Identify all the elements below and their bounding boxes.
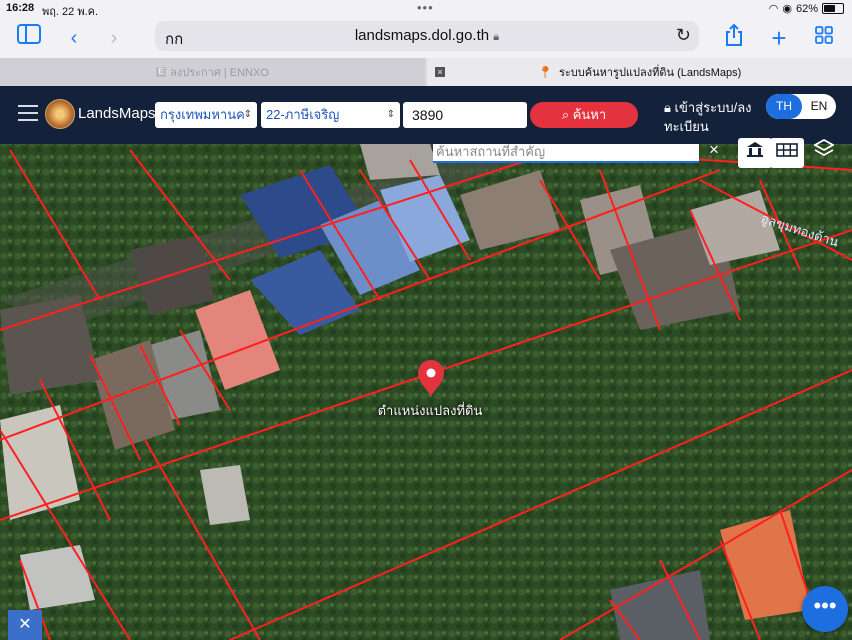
parcel-number-input[interactable] xyxy=(403,102,527,128)
search-button[interactable]: ⌕ ค้นหา xyxy=(530,102,638,128)
lock-icon: 🔒︎ xyxy=(493,31,500,43)
battery-icon xyxy=(822,3,844,14)
tab-ennxo[interactable]: E ลงประกาศ | ENNXO xyxy=(0,58,425,86)
sidebar-icon[interactable] xyxy=(15,24,43,52)
multitask-dots-icon[interactable]: ••• xyxy=(417,0,434,15)
map-pin-icon: 📍︎ xyxy=(537,65,553,79)
browser-toolbar: ‹ › กก landsmaps.dol.go.th 🔒︎ ↻ + xyxy=(0,18,852,58)
address-bar[interactable]: กก landsmaps.dol.go.th 🔒︎ ↻ xyxy=(155,21,699,51)
search-icon: ⌕ xyxy=(561,107,570,122)
clear-search-icon[interactable]: × xyxy=(709,140,719,160)
district-select[interactable]: 22-ภาษีเจริญ ⇕ xyxy=(261,102,400,128)
battery-percent: 62% xyxy=(795,2,818,15)
district-value: 22-ภาษีเจริญ xyxy=(266,107,340,122)
satellite-map[interactable]: อูลขุมทองด้าน xyxy=(0,144,852,640)
pin-label: ตำแหน่งแปลงที่ดิน xyxy=(377,403,483,418)
tab-title: ลงประกาศ | ENNXO xyxy=(170,67,269,79)
close-tab-icon[interactable]: × xyxy=(435,67,445,77)
select-arrows-icon: ⇕ xyxy=(243,109,252,120)
province-select[interactable]: กรุงเทพมหานค ⇕ xyxy=(155,102,257,128)
plus-icon[interactable]: + xyxy=(765,24,793,52)
url-label: landsmaps.dol.go.th xyxy=(354,27,490,44)
wifi-icon: ◠ xyxy=(768,3,779,15)
tab-title: ระบบค้นหารูปแปลงที่ดิน (LandsMaps) xyxy=(558,67,742,79)
landsmaps-header: LandsMaps กรุงเทพมหานค ⇕ 22-ภาษีเจริญ ⇕ … xyxy=(0,86,852,144)
select-arrows-icon: ⇕ xyxy=(386,109,395,120)
tabs-grid-icon[interactable] xyxy=(810,24,838,52)
reload-icon[interactable]: ↻ xyxy=(676,25,691,46)
login-label: เข้าสู่ระบบ/ลงทะเบียน xyxy=(664,100,752,134)
tab-favicon: E xyxy=(156,67,167,77)
more-icon[interactable]: ••• xyxy=(802,586,848,632)
status-right: ◠ ◉ 62% xyxy=(769,2,844,15)
map-canvas[interactable]: อูลขุมทองด้าน xyxy=(0,144,852,640)
lang-th-button[interactable]: TH xyxy=(766,94,802,119)
tab-bar: E ลงประกาศ | ENNXO × 📍︎ ระบบค้นหารูปแปลง… xyxy=(0,58,852,86)
language-toggle[interactable]: TH EN xyxy=(766,94,836,119)
hamburger-icon[interactable] xyxy=(18,105,38,121)
lock-icon: 🔒︎ xyxy=(664,100,671,115)
dol-logo xyxy=(45,99,75,129)
status-bar: 16:28 พฤ. 22 พ.ค. ••• ◠ ◉ 62% xyxy=(0,0,852,18)
url-text: landsmaps.dol.go.th 🔒︎ xyxy=(155,27,699,44)
brand-title: LandsMaps xyxy=(78,105,156,122)
province-value: กรุงเทพมหานค xyxy=(160,107,245,122)
place-search-input[interactable]: ค้นหาสถานที่สำคัญ xyxy=(433,144,699,163)
search-label: ค้นหา xyxy=(572,107,607,122)
share-icon[interactable] xyxy=(720,23,748,52)
tab-landsmaps[interactable]: × 📍︎ ระบบค้นหารูปแปลงที่ดิน (LandsMaps) xyxy=(427,58,852,86)
orientation-lock-icon: ◉ xyxy=(782,3,792,15)
back-icon[interactable]: ‹ xyxy=(60,24,88,52)
status-time: 16:28 xyxy=(6,2,35,14)
grid-icon[interactable] xyxy=(770,138,804,168)
forward-icon[interactable]: › xyxy=(100,24,128,52)
layers-icon[interactable] xyxy=(807,138,841,168)
measure-tool-icon[interactable]: ✕ xyxy=(8,610,42,640)
lang-en-button[interactable]: EN xyxy=(802,94,836,119)
login-link[interactable]: 🔒︎ เข้าสู่ระบบ/ลงทะเบียน xyxy=(664,98,760,136)
building-icon[interactable] xyxy=(738,138,772,168)
